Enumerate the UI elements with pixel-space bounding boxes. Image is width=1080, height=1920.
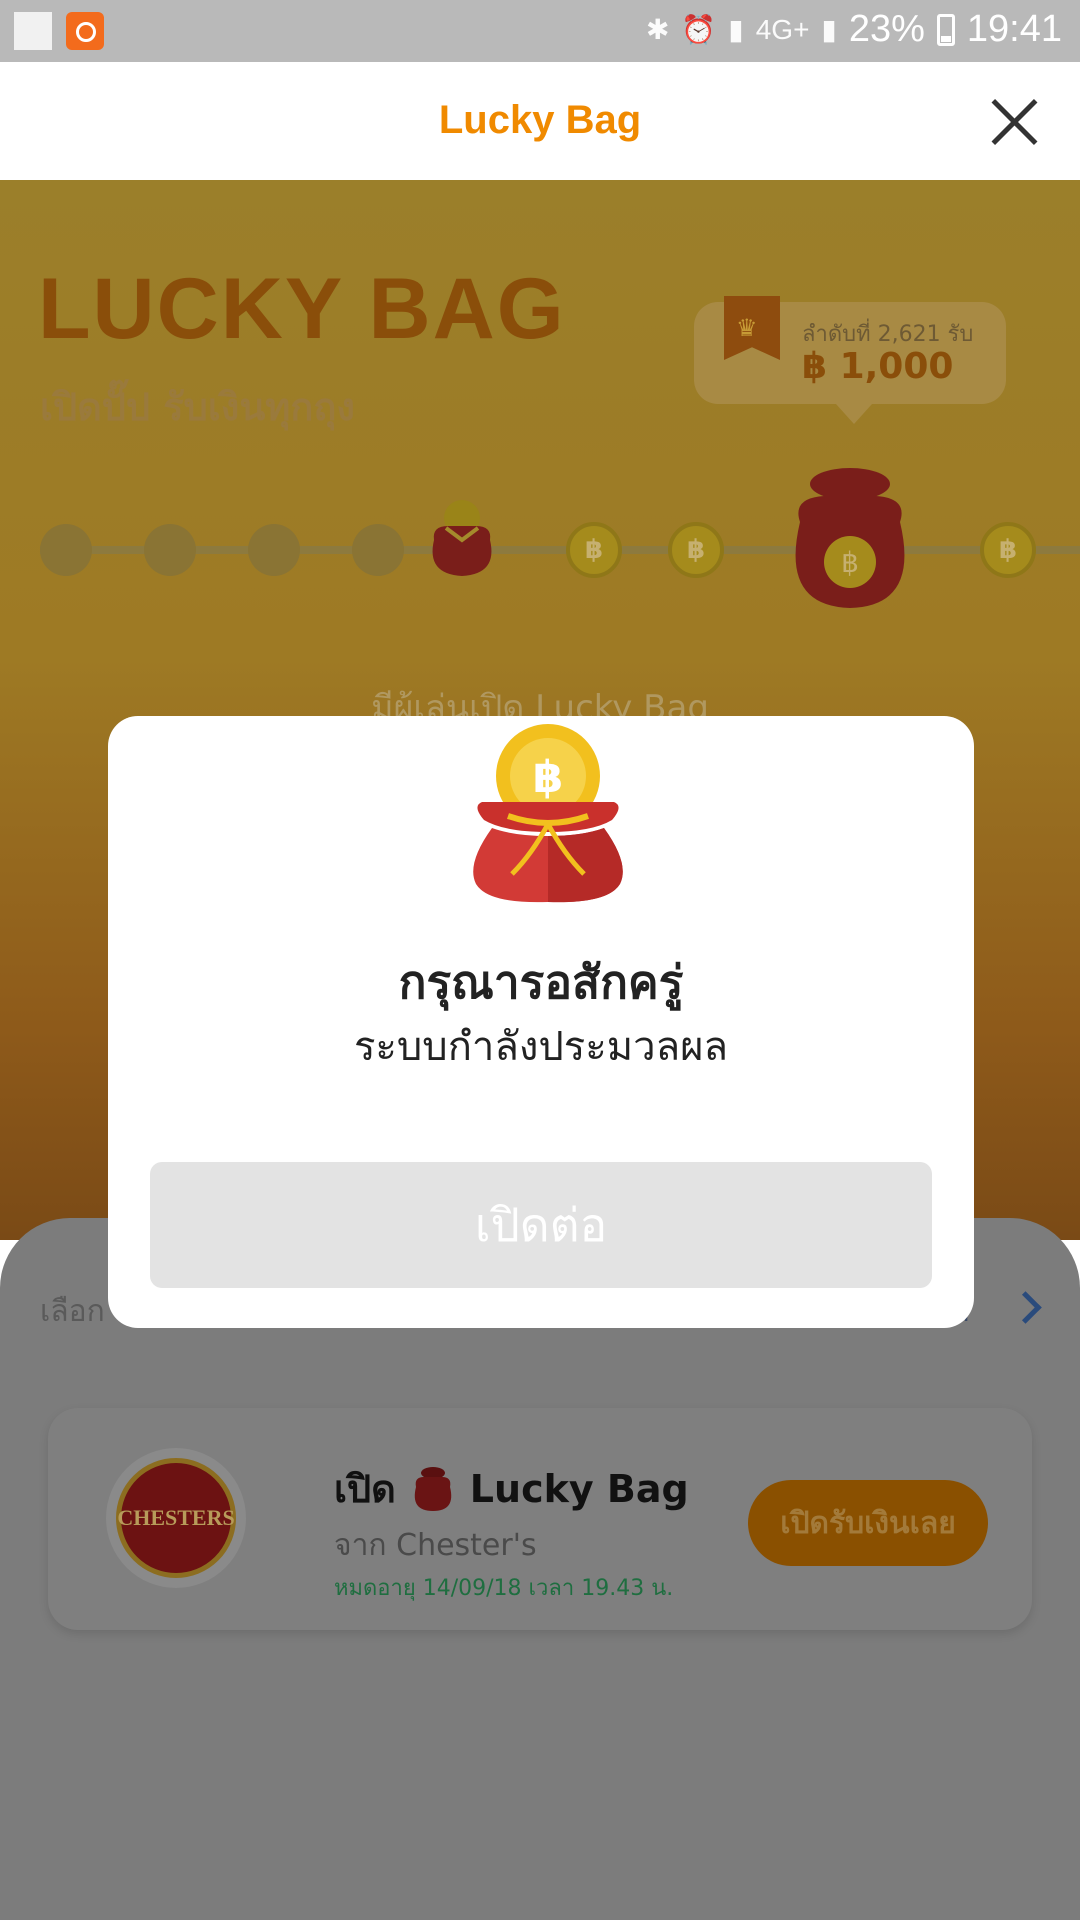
card-expiry: หมดอายุ 14/09/18 เวลา 19.43 น. — [334, 1576, 674, 1601]
progress-track — [40, 546, 1080, 554]
battery-icon — [936, 13, 955, 46]
notification-icons — [14, 12, 104, 50]
chevron-right-icon[interactable] — [1009, 1291, 1042, 1324]
coin-icon: ฿ — [980, 522, 1036, 578]
card-from: จาก Chester's — [334, 1528, 537, 1563]
progress-dot — [352, 524, 404, 576]
brand-logo: CHESTERS — [106, 1448, 246, 1588]
game-title: LUCKY BAG — [38, 261, 566, 357]
game-subtitle: เปิดปั๊ป รับเงินทุกถุง — [40, 385, 355, 429]
signal-icon-2: ▮ — [821, 14, 837, 45]
dialog-title: กรุณารอสักครู่ — [398, 955, 684, 1009]
clock: 19:41 — [966, 8, 1062, 50]
processing-dialog: ฿ กรุณารอสักครู่ ระบบกำลังประมวลผล เปิดต… — [108, 716, 974, 1328]
card-title-prefix: เปิด — [334, 1467, 396, 1511]
coin-icon: ฿ — [566, 522, 622, 578]
status-bar: ✱ ⏰ ▮ 4G+ ▮ 23% 19:41 — [0, 0, 1080, 62]
notification-icon — [14, 12, 52, 50]
chesters-logo: CHESTERS — [116, 1458, 236, 1578]
panel-left-label: เลือก — [40, 1294, 105, 1329]
dialog-subtitle: ระบบกำลังประมวลผล — [353, 1024, 729, 1070]
bluetooth-icon: ✱ — [645, 14, 670, 45]
current-bag-icon — [432, 500, 492, 576]
rank-amount: ฿ 1,000 — [802, 346, 954, 387]
progress-dot — [248, 524, 300, 576]
network-label: 4G+ — [755, 13, 810, 45]
app-bar: Lucky Bag — [0, 62, 1080, 181]
logo-text: CHESTERS — [117, 1505, 235, 1530]
crown-icon: ♛ — [736, 314, 758, 342]
open-receive-button[interactable]: เปิดรับเงินเลย — [748, 1480, 988, 1566]
continue-button[interactable]: เปิดต่อ — [150, 1162, 932, 1288]
progress-dot — [40, 524, 92, 576]
app-bar-title: Lucky Bag — [438, 98, 642, 142]
alarm-icon: ⏰ — [681, 14, 717, 45]
bag-icon — [414, 1466, 452, 1511]
battery-percent: 23% — [848, 8, 925, 50]
svg-text:฿: ฿ — [841, 546, 859, 579]
card-title: เปิด Lucky Bag — [334, 1458, 689, 1519]
big-bag-icon: ฿ — [795, 468, 905, 608]
app-notification-icon — [66, 12, 104, 50]
card-title-suffix: Lucky Bag — [469, 1466, 689, 1511]
lucky-bag-coin-icon: ฿ — [473, 724, 623, 903]
system-icons: ✱ ⏰ ▮ 4G+ ▮ 23% 19:41 — [646, 8, 1062, 51]
coin-icon: ฿ — [668, 522, 724, 578]
rank-bubble: ♛ ลำดับที่ 2,621 รับ ฿ 1,000 — [694, 296, 1006, 424]
close-button[interactable] — [988, 96, 1040, 148]
signal-icon: ▮ — [728, 14, 744, 45]
lucky-bag-card: CHESTERS เปิด Lucky Bag จาก Chester's หม… — [48, 1408, 1032, 1630]
svg-text:฿: ฿ — [533, 752, 564, 803]
progress-dot — [144, 524, 196, 576]
